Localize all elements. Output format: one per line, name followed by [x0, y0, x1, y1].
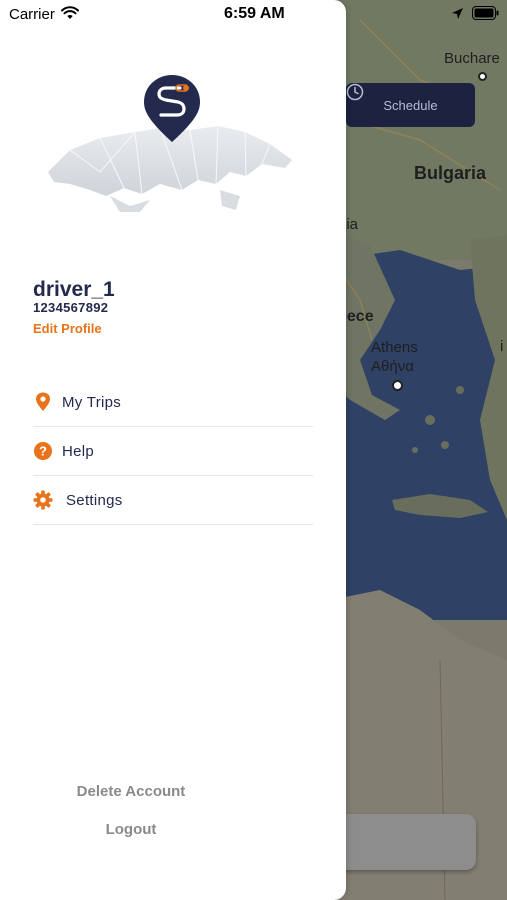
bottom-card[interactable] — [334, 814, 476, 870]
delete-account-button[interactable]: Delete Account — [0, 783, 262, 800]
app-logo — [40, 72, 302, 222]
map-label-bucharest: Buchare — [444, 50, 500, 67]
city-marker-athens — [392, 380, 403, 391]
schedule-label: Schedule — [383, 97, 438, 113]
carrier-label: Carrier — [9, 6, 55, 23]
wifi-icon — [61, 6, 79, 24]
map-label-athens-en: Athens — [371, 339, 418, 356]
menu-item-label: My Trips — [62, 393, 122, 411]
svg-text:?: ? — [39, 444, 47, 459]
menu-item-help[interactable]: ? Help — [33, 427, 313, 476]
clock-icon — [346, 83, 364, 101]
side-drawer: driver_1 1234567892 Edit Profile My Trip… — [0, 0, 346, 900]
logout-button[interactable]: Logout — [0, 821, 262, 838]
menu-item-my-trips[interactable]: My Trips — [33, 378, 313, 427]
drawer-menu: My Trips ? Help Settings — [33, 378, 313, 525]
location-pin-icon — [33, 392, 53, 412]
gear-icon — [33, 490, 53, 510]
world-map-logo — [48, 75, 292, 212]
menu-item-label: Help — [62, 442, 95, 460]
help-circle-icon: ? — [33, 441, 53, 461]
map-label-bulgaria: Bulgaria — [414, 163, 487, 183]
menu-item-label: Settings — [66, 491, 123, 509]
map-label-athens-gr: Αθήνα — [371, 358, 414, 375]
battery-icon — [472, 6, 499, 24]
menu-item-settings[interactable]: Settings — [33, 476, 313, 525]
map-label-partial: i — [500, 338, 504, 355]
city-marker-bucharest — [478, 72, 487, 81]
location-arrow-icon — [451, 7, 464, 24]
status-bar: Carrier 6:59 AM — [0, 0, 507, 28]
schedule-button[interactable]: Schedule — [346, 83, 475, 127]
user-phone: 1234567892 — [33, 300, 109, 315]
edit-profile-link[interactable]: Edit Profile — [33, 321, 102, 336]
status-time: 6:59 AM — [224, 5, 285, 22]
map-label-athens: Athens Αθήνα — [371, 338, 418, 376]
user-name: driver_1 — [33, 278, 115, 301]
